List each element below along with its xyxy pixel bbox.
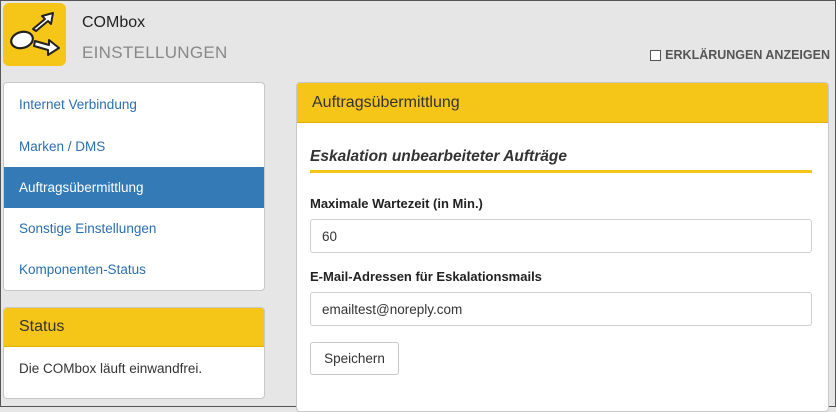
save-button[interactable]: Speichern	[310, 342, 399, 375]
show-explanations-toggle[interactable]: ERKLÄRUNGEN ANZEIGEN	[650, 48, 830, 62]
section-title: Eskalation unbearbeiteter Aufträge	[310, 148, 567, 165]
order-transmission-panel: Auftragsübermittlung Eskalation unbearbe…	[296, 82, 829, 412]
nav-item-sonstige-einstellungen[interactable]: Sonstige Einstellungen	[4, 208, 264, 249]
combox-logo	[3, 3, 66, 66]
max-wait-input[interactable]	[310, 219, 812, 253]
max-wait-label: Maximale Wartezeit (in Min.)	[310, 196, 483, 211]
explanations-checkbox[interactable]	[650, 49, 662, 61]
settings-nav: Internet Verbindung Marken / DMS Auftrag…	[3, 82, 265, 291]
nav-item-auftragsuebermittlung[interactable]: Auftragsübermittlung	[4, 167, 264, 208]
app-title: COMbox	[82, 14, 146, 31]
escalation-email-label: E-Mail-Adressen für Eskalationsmails	[310, 269, 542, 284]
escalation-email-input[interactable]	[310, 292, 812, 326]
arrows-logo-icon	[10, 12, 60, 56]
panel-title: Auftragsübermittlung	[297, 83, 828, 123]
page-subtitle: EINSTELLUNGEN	[82, 43, 228, 62]
status-panel: Status Die COMbox läuft einwandfrei.	[3, 307, 265, 399]
nav-item-internet-verbindung[interactable]: Internet Verbindung	[4, 83, 264, 126]
nav-item-marken-dms[interactable]: Marken / DMS	[4, 126, 264, 167]
nav-item-komponenten-status[interactable]: Komponenten-Status	[4, 249, 264, 290]
status-panel-title: Status	[4, 308, 264, 347]
status-message: Die COMbox läuft einwandfrei.	[19, 361, 203, 376]
section-divider	[310, 170, 812, 173]
explanations-label: ERKLÄRUNGEN ANZEIGEN	[665, 48, 830, 62]
